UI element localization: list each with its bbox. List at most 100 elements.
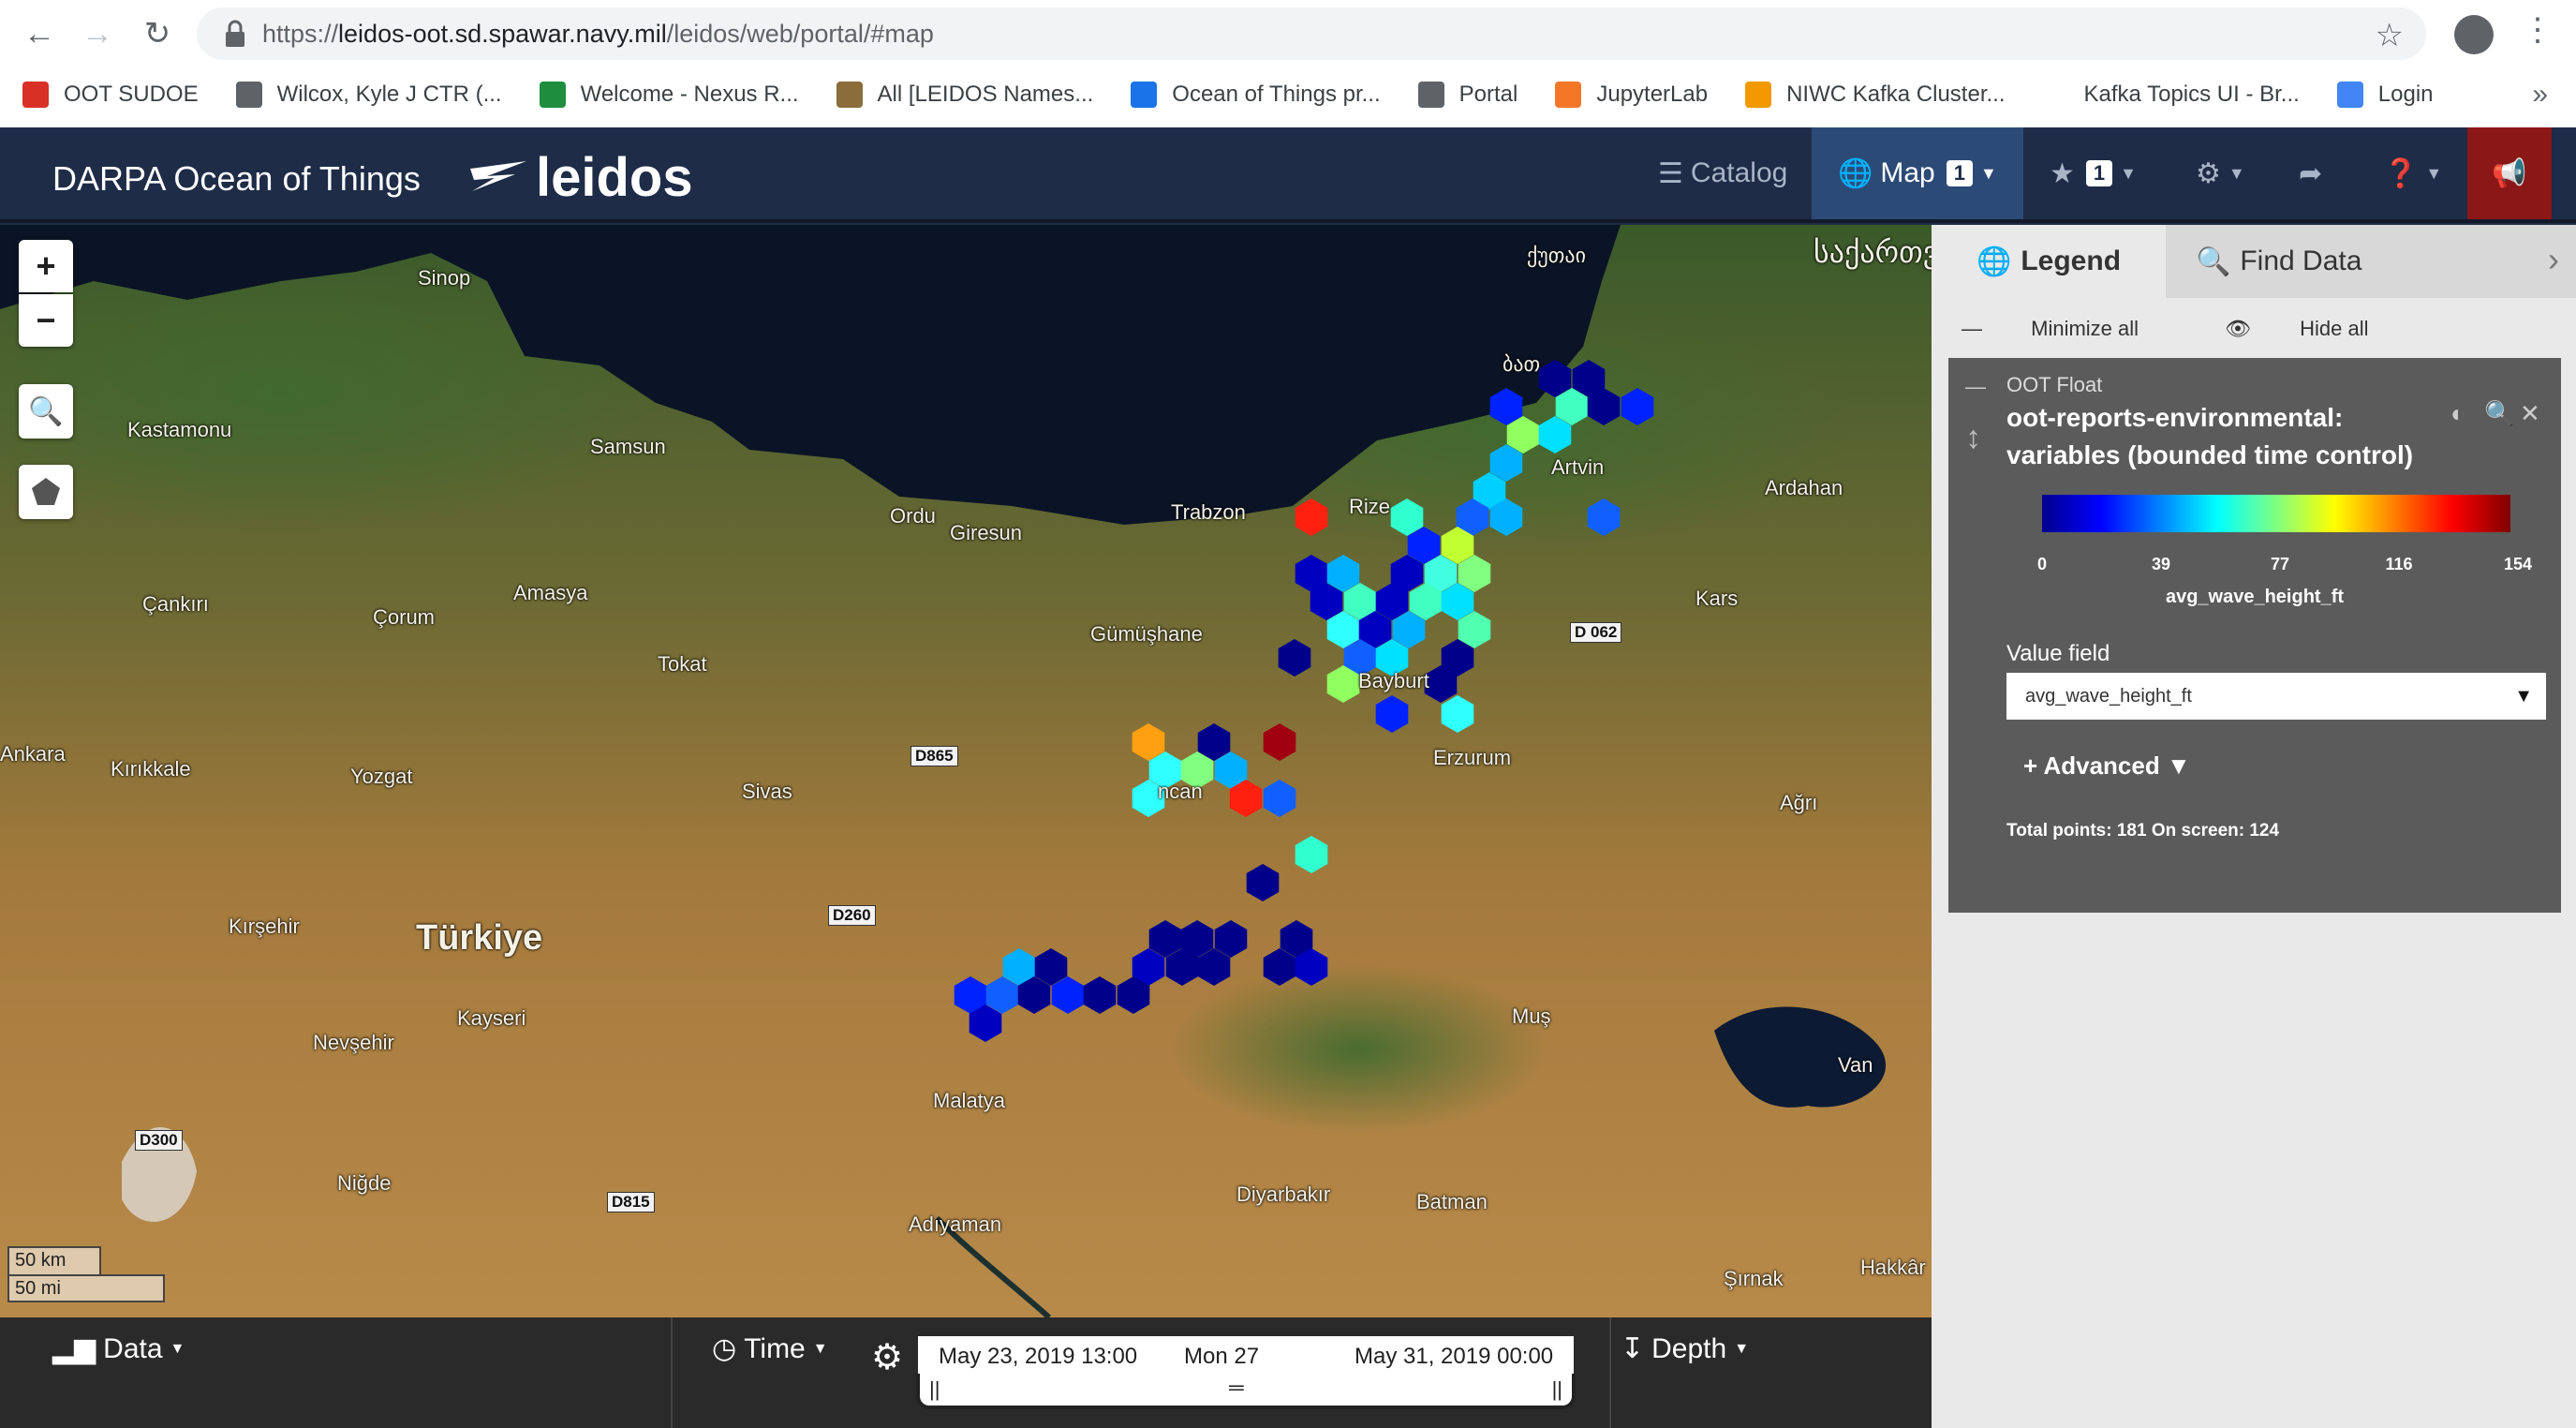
help-nav[interactable]: ❓ ▼ xyxy=(2383,127,2442,219)
kafka-icon xyxy=(1745,82,1772,108)
bookmark-label: JupyterLab xyxy=(1596,82,1709,107)
visibility-icon[interactable]: ◐ xyxy=(2450,399,2465,428)
bookmark-item[interactable]: Kafka Topics UI - Br... xyxy=(2042,82,2300,108)
bookmark-item[interactable]: Welcome - Nexus R... xyxy=(539,82,799,108)
polygon-draw-icon[interactable] xyxy=(19,465,73,519)
bookmark-label: Welcome - Nexus R... xyxy=(580,82,799,107)
depth-menu-button[interactable]: ↧ Depth ▼ xyxy=(1621,1332,1749,1365)
minimize-all-button[interactable]: — Minimize all xyxy=(1962,317,2182,341)
hide-all-button[interactable]: 👁 Hide all xyxy=(2225,317,2411,341)
filter-icon: ▼ xyxy=(2166,751,2191,780)
forest-region xyxy=(1171,965,1546,1134)
drag-handle-icon[interactable]: ↕ xyxy=(1965,420,1981,456)
tab-find-data[interactable]: 🔍 Find Data xyxy=(2184,225,2361,298)
place-label: Nevşehir xyxy=(313,1031,394,1054)
range-handle[interactable]: || ═ || xyxy=(916,1374,1576,1409)
bookmark-label: Kafka Topics UI - Br... xyxy=(2083,82,2300,107)
place-label: Amasya xyxy=(513,581,588,604)
place-label: Çankırı xyxy=(142,592,209,616)
gear-icon: ⚙ xyxy=(2196,157,2221,189)
advanced-toggle[interactable]: + Advanced ▼ xyxy=(2023,751,2191,781)
road-shield: D865 xyxy=(910,746,958,766)
right-grip-icon[interactable]: || xyxy=(1552,1377,1562,1402)
place-label: Artvin xyxy=(1551,455,1605,479)
place-label: Tokat xyxy=(658,652,707,676)
zoom-to-layer-icon[interactable]: 🔍 xyxy=(2484,399,2514,428)
timeline-settings-gear-icon[interactable]: ⚙ xyxy=(871,1336,903,1378)
bookmark-label: NIWC Kafka Cluster... xyxy=(1786,82,2006,107)
zoom-in-button[interactable]: + xyxy=(19,240,73,292)
layer-group-label: OOT Float xyxy=(2006,373,2103,396)
share-nav[interactable]: ➦ xyxy=(2299,127,2322,219)
catalog-label: Catalog xyxy=(1690,157,1788,188)
left-grip-icon[interactable]: || xyxy=(929,1377,940,1402)
color-scale-bar xyxy=(2042,495,2510,532)
bookmark-label: Login xyxy=(2377,82,2434,107)
bookmark-item[interactable]: Ocean of Things pr... xyxy=(1131,82,1381,108)
place-label: Adıyaman xyxy=(909,1212,1002,1236)
center-grip-icon[interactable]: ═ xyxy=(1229,1376,1244,1400)
time-menu-button[interactable]: ◷ Time ▼ xyxy=(712,1332,828,1365)
bookmark-item[interactable]: OOT SUDOE xyxy=(22,82,199,108)
map-count-badge: 1 xyxy=(1946,160,1973,186)
browser-menu-icon[interactable]: ⋮ xyxy=(2522,11,2554,49)
data-menu-button[interactable]: ▂▆ Data ▼ xyxy=(52,1332,185,1365)
url-bar[interactable]: https://leidos-oot.sd.spawar.navy.mil/le… xyxy=(197,7,2426,60)
blank-icon xyxy=(2042,82,2069,108)
bookmark-item[interactable]: All [LEIDOS Names... xyxy=(836,82,1093,108)
time-end-label: May 31, 2019 00:00 xyxy=(1355,1344,1554,1369)
minimize-all-label: Minimize all xyxy=(2031,317,2139,340)
zoom-box-icon[interactable]: 🔍 xyxy=(19,384,73,439)
bookmark-item[interactable]: NIWC Kafka Cluster... xyxy=(1745,82,2005,108)
favorites-nav[interactable]: ★ 1 ▼ xyxy=(2050,127,2137,219)
bookmark-star-icon[interactable]: ☆ xyxy=(2376,17,2404,54)
map-nav[interactable]: 🌐 Map 1 ▼ xyxy=(1812,127,2023,219)
bookmarks-overflow-icon[interactable]: » xyxy=(2532,79,2548,111)
place-label: Yozgat xyxy=(350,765,413,788)
time-range-slider[interactable]: May 23, 2019 13:00 Mon 27 May 31, 2019 0… xyxy=(916,1336,1576,1409)
tab-legend[interactable]: 🌐 Legend xyxy=(1932,225,2166,298)
settings-nav[interactable]: ⚙ ▼ xyxy=(2196,127,2245,219)
list-icon: ☰ xyxy=(1658,157,1683,189)
place-label: Kars xyxy=(1695,587,1739,610)
megaphone-icon: 📢 xyxy=(2492,157,2527,189)
bar-chart-icon: ▂▆ xyxy=(52,1333,96,1364)
remove-layer-icon[interactable]: ✕ xyxy=(2520,399,2540,428)
collapse-chevron-icon[interactable]: › xyxy=(2548,240,2559,279)
collapse-layer-icon[interactable]: — xyxy=(1965,375,1986,399)
divider xyxy=(1609,1317,1611,1428)
search-icon: 🔍 xyxy=(2196,245,2231,277)
place-label: Erzurum xyxy=(1433,746,1512,769)
hide-all-label: Hide all xyxy=(2300,317,2369,340)
bookmark-item[interactable]: JupyterLab xyxy=(1555,82,1708,108)
back-arrow-icon[interactable]: ← xyxy=(19,13,60,54)
bookmark-item[interactable]: Portal xyxy=(1417,82,1517,108)
place-label: Muş xyxy=(1512,1004,1551,1028)
bookmark-item[interactable]: Wilcox, Kyle J CTR (... xyxy=(235,82,502,108)
catalog-nav[interactable]: ☰ Catalog xyxy=(1658,127,1787,219)
nexus-hexagon-icon xyxy=(539,82,566,108)
place-label: Ağrı xyxy=(1780,791,1818,814)
place-label: Diyarbakır xyxy=(1236,1183,1331,1206)
lock-icon xyxy=(226,20,244,47)
place-label: Sivas xyxy=(742,780,792,803)
time-menu-label: Time xyxy=(744,1332,806,1364)
profile-avatar-icon[interactable] xyxy=(2454,15,2494,54)
color-scale-field: avg_wave_height_ft xyxy=(2165,587,2345,607)
announcements-button[interactable]: 📢 xyxy=(2467,127,2552,219)
red-shield-icon xyxy=(22,82,49,108)
place-label: Gümüşhane xyxy=(1090,622,1203,646)
place-label: Hakkâr xyxy=(1860,1256,1926,1279)
map-view[interactable]: Sinop Kastamonu Samsun Ordu Giresun Trabzon Ri… xyxy=(0,225,1932,1317)
legend-side-panel: 🌐 Legend 🔍 Find Data › — Minimize all 👁 … xyxy=(1932,225,2576,1428)
zoom-out-button[interactable]: − xyxy=(19,294,73,347)
caret-down-icon: ▼ xyxy=(2228,163,2245,183)
reload-icon[interactable]: ↻ xyxy=(137,13,178,54)
color-scale-tick: 116 xyxy=(2385,555,2413,573)
value-field-select[interactable]: avg_wave_height_ft ▼ xyxy=(2006,673,2546,720)
forward-arrow-icon[interactable]: → xyxy=(77,13,118,54)
color-scale-tick: 39 xyxy=(2151,555,2171,573)
help-icon: ❓ xyxy=(2383,157,2419,189)
bookmark-item[interactable]: Login xyxy=(2336,82,2434,108)
timeline-bar: ▂▆ Data ▼ ◷ Time ▼ ⚙ May 23, 2019 13:00 … xyxy=(0,1317,1932,1428)
